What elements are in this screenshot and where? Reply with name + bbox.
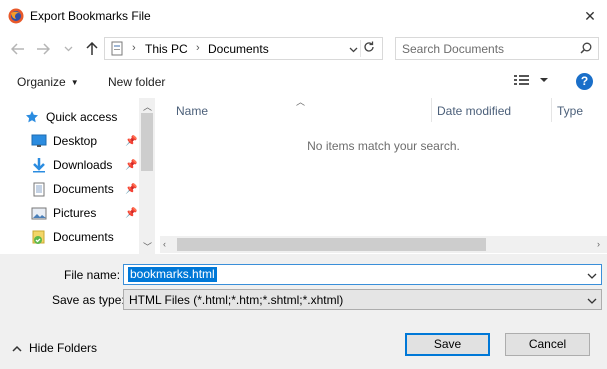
caret-down-icon: ▼: [70, 78, 79, 87]
refresh-button[interactable]: [362, 40, 378, 56]
column-divider[interactable]: [551, 98, 552, 122]
file-list-pane: ︿ Name Date modified Type No items match…: [160, 97, 607, 254]
breadcrumb-documents[interactable]: Documents: [208, 42, 269, 56]
chevron-down-icon: [587, 273, 597, 279]
scrollbar-thumb[interactable]: [177, 238, 486, 251]
save-as-type-value: HTML Files (*.html;*.htm;*.shtml;*.xhtml…: [129, 293, 344, 307]
document-icon: [31, 181, 47, 197]
window-title: Export Bookmarks File: [30, 9, 151, 23]
sidebar-item-label: Quick access: [46, 110, 118, 124]
save-as-type-dropdown[interactable]: [587, 293, 597, 307]
scroll-up-icon[interactable]: ︿: [143, 100, 152, 113]
empty-folder-message: No items match your search.: [307, 139, 460, 153]
scrollbar-thumb[interactable]: [141, 113, 153, 171]
sidebar-item-label: Documents: [53, 230, 114, 244]
organize-label: Organize: [17, 75, 66, 89]
column-divider[interactable]: [431, 98, 432, 122]
address-bar[interactable]: › This PC › Documents: [104, 37, 383, 60]
save-as-type-select[interactable]: HTML Files (*.html;*.htm;*.shtml;*.xhtml…: [123, 289, 602, 310]
divider: [360, 40, 361, 57]
sidebar-item-label: Desktop: [53, 134, 98, 148]
file-name-dropdown[interactable]: [587, 268, 597, 282]
new-folder-button[interactable]: New folder: [108, 75, 165, 89]
column-header-type[interactable]: Type: [557, 104, 583, 118]
organize-button[interactable]: Organize ▼: [17, 75, 79, 89]
pin-icon: 📌: [125, 160, 138, 171]
refresh-icon: [364, 41, 374, 52]
column-header-date-modified[interactable]: Date modified: [437, 104, 511, 118]
address-dropdown-button[interactable]: [349, 42, 358, 56]
sidebar-item-label: Pictures: [53, 206, 97, 220]
breadcrumb-this-pc[interactable]: This PC: [145, 42, 188, 56]
sidebar-item-documents-library[interactable]: Documents: [31, 226, 114, 248]
firefox-icon: [8, 8, 24, 24]
view-details-icon: [514, 75, 548, 85]
documents-library-icon: [31, 229, 47, 245]
up-button[interactable]: [83, 40, 101, 58]
pin-icon: 📌: [125, 208, 138, 219]
search-box[interactable]: [395, 37, 599, 60]
star-icon: [24, 109, 40, 125]
column-header-name[interactable]: Name: [176, 104, 208, 118]
chevron-up-icon: [12, 345, 22, 352]
file-name-label: File name:: [64, 268, 121, 282]
search-input[interactable]: [402, 41, 572, 57]
scroll-right-icon[interactable]: ›: [597, 239, 600, 249]
breadcrumb-separator[interactable]: ›: [132, 42, 136, 54]
help-button[interactable]: ?: [576, 73, 593, 90]
close-icon: ✕: [584, 7, 596, 24]
file-name-value[interactable]: bookmarks.html: [128, 267, 217, 282]
sidebar-item-downloads[interactable]: Downloads: [31, 154, 112, 176]
save-button[interactable]: Save: [405, 333, 490, 356]
title-bar: Export Bookmarks File ✕: [0, 0, 607, 32]
chevron-down-icon: [64, 46, 72, 52]
download-icon: [31, 157, 47, 173]
sidebar-item-desktop[interactable]: Desktop: [31, 130, 97, 152]
chevron-down-icon: [587, 298, 597, 304]
desktop-icon: [31, 133, 47, 149]
up-arrow-icon: [86, 42, 98, 55]
sidebar-item-label: Documents: [53, 182, 114, 196]
sidebar-item-quick-access[interactable]: Quick access: [24, 106, 117, 128]
save-as-type-label: Save as type:: [52, 293, 125, 307]
sidebar-item-pictures[interactable]: Pictures: [31, 202, 96, 224]
scroll-left-icon[interactable]: ‹: [163, 239, 166, 249]
hide-folders-label: Hide Folders: [29, 341, 98, 355]
sort-ascending-icon: ︿: [296, 97, 306, 107]
pictures-icon: [31, 205, 47, 221]
pin-icon: 📌: [125, 184, 138, 195]
cancel-button[interactable]: Cancel: [505, 333, 590, 356]
scroll-down-icon[interactable]: ﹀: [143, 240, 152, 253]
sidebar-item-label: Downloads: [53, 158, 113, 172]
pin-icon: 📌: [125, 136, 138, 147]
sidebar-item-documents[interactable]: Documents: [31, 178, 114, 200]
recent-locations-button[interactable]: [62, 40, 74, 58]
search-icon[interactable]: [580, 42, 592, 57]
back-arrow-icon: [11, 43, 24, 55]
forward-button[interactable]: [34, 40, 52, 58]
this-pc-icon: [110, 41, 124, 59]
hide-folders-button[interactable]: Hide Folders: [12, 341, 97, 355]
change-view-button[interactable]: [513, 74, 549, 89]
new-folder-label: New folder: [108, 75, 166, 89]
close-button[interactable]: ✕: [573, 0, 607, 32]
back-button[interactable]: [9, 40, 27, 58]
chevron-down-icon: [349, 47, 358, 53]
breadcrumb-separator[interactable]: ›: [196, 42, 200, 54]
forward-arrow-icon: [37, 43, 50, 55]
file-name-field[interactable]: bookmarks.html: [123, 264, 602, 285]
navigation-pane: Quick access Desktop 📌 Downloads 📌 Docum…: [0, 98, 155, 254]
